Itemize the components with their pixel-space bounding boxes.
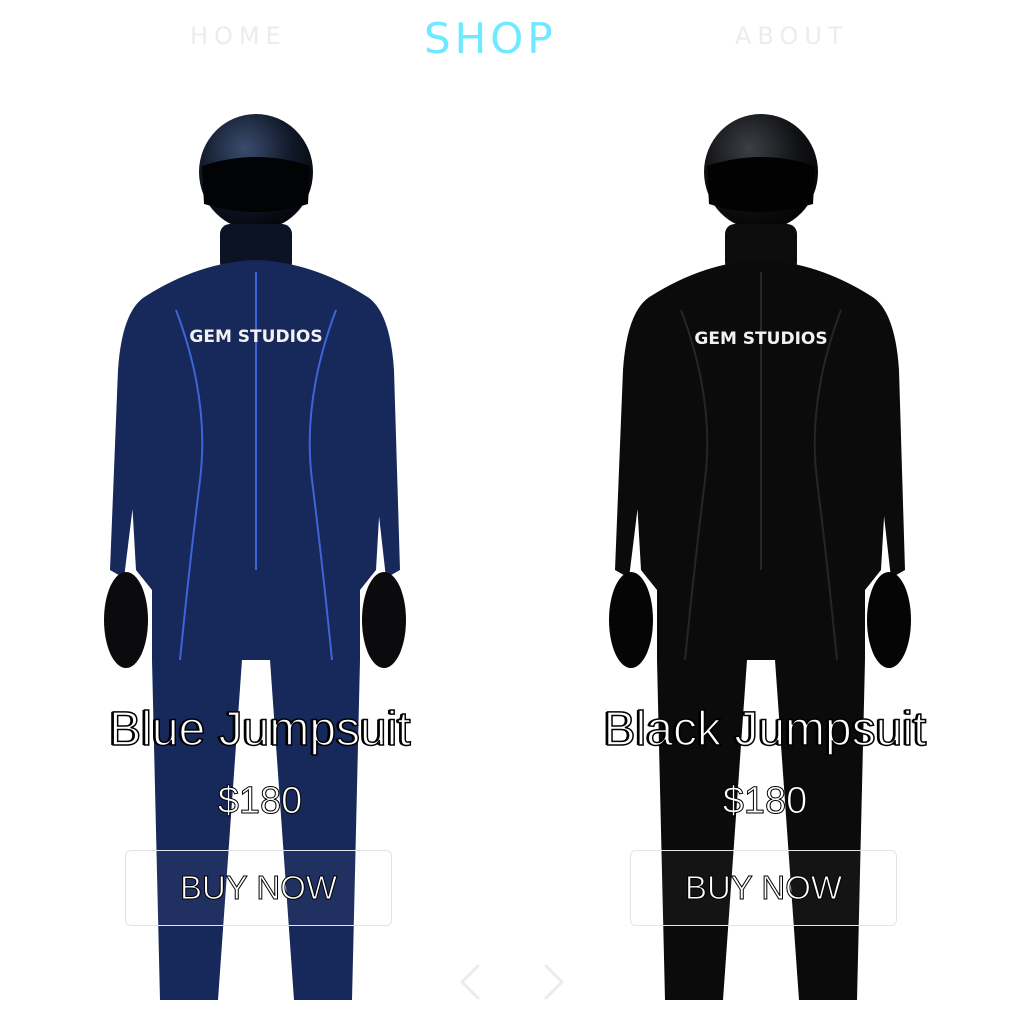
nav-home-link[interactable]: HOME — [190, 22, 287, 50]
left-glove — [609, 572, 653, 668]
nav-about-link[interactable]: ABOUT — [735, 22, 849, 50]
left-glove — [104, 572, 148, 668]
chevron-right-icon[interactable] — [540, 962, 568, 1002]
product-price: $180 — [217, 780, 303, 823]
product-card-blue: GEM STUDIOS Blue Jumpsuit $180 BUY NOW — [80, 100, 440, 1024]
buy-now-button[interactable]: BUY NOW — [630, 850, 897, 926]
buy-now-button[interactable]: BUY NOW — [125, 850, 392, 926]
product-name: Black Jumpsuit — [603, 702, 927, 757]
nav-shop-link[interactable]: SHOP — [424, 14, 557, 63]
helmet-visor — [707, 157, 815, 212]
product-name: Blue Jumpsuit — [109, 702, 412, 757]
product-card-black: GEM STUDIOS Black Jumpsuit $180 BUY NOW — [585, 100, 945, 1024]
right-glove — [867, 572, 911, 668]
chevron-left-icon[interactable] — [456, 962, 484, 1002]
product-price: $180 — [722, 780, 808, 823]
brand-print: GEM STUDIOS — [189, 327, 322, 347]
helmet-visor — [202, 157, 310, 212]
brand-print: GEM STUDIOS — [694, 329, 827, 349]
right-glove — [362, 572, 406, 668]
shop-page: HOME SHOP ABOUT GEM STUDIOS Blue Jumpsui… — [0, 0, 1024, 1024]
top-navigation: HOME SHOP ABOUT — [0, 0, 1024, 80]
